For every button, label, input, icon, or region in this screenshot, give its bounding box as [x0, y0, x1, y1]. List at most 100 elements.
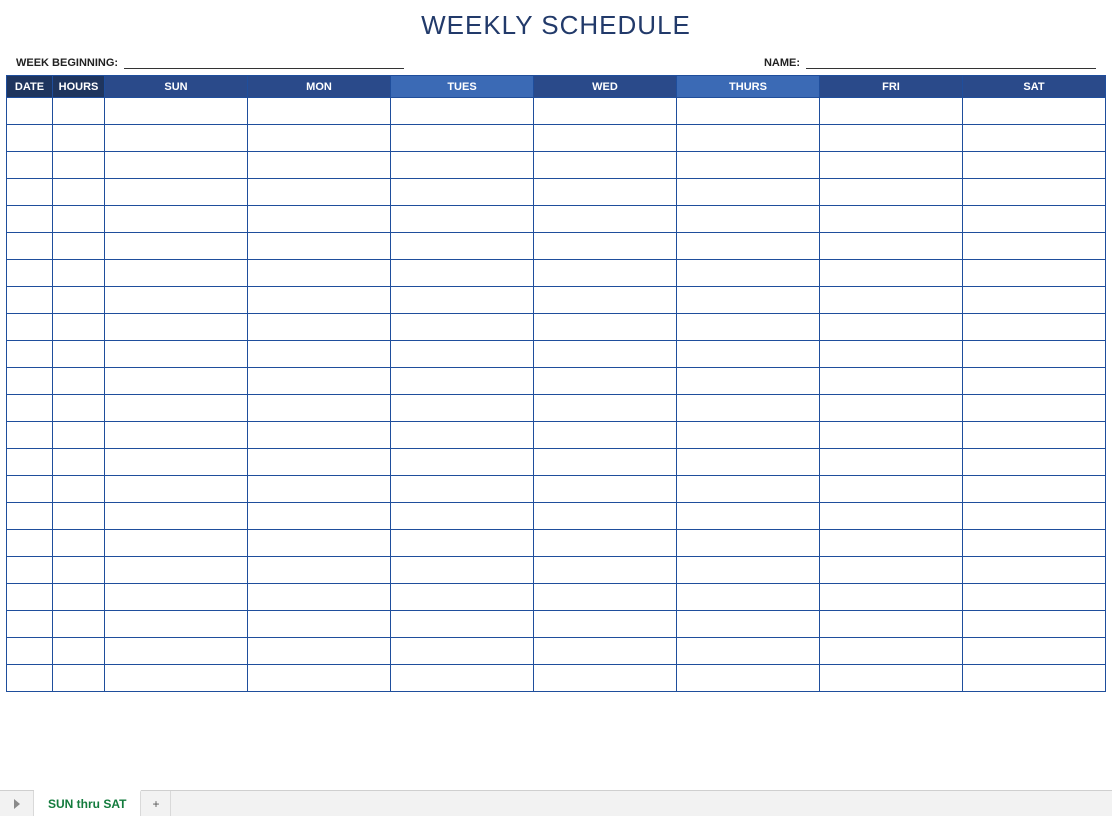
cell-hours[interactable] [53, 179, 105, 206]
cell-tues[interactable] [391, 503, 534, 530]
cell-wed[interactable] [534, 449, 677, 476]
cell-wed[interactable] [534, 530, 677, 557]
cell-date[interactable] [7, 395, 53, 422]
cell-hours[interactable] [53, 557, 105, 584]
cell-sat[interactable] [963, 503, 1106, 530]
cell-tues[interactable] [391, 314, 534, 341]
cell-thurs[interactable] [677, 260, 820, 287]
cell-date[interactable] [7, 368, 53, 395]
cell-sun[interactable] [105, 665, 248, 692]
cell-tues[interactable] [391, 260, 534, 287]
cell-sun[interactable] [105, 233, 248, 260]
cell-sun[interactable] [105, 476, 248, 503]
cell-sat[interactable] [963, 530, 1106, 557]
cell-sun[interactable] [105, 584, 248, 611]
cell-hours[interactable] [53, 287, 105, 314]
cell-date[interactable] [7, 179, 53, 206]
cell-wed[interactable] [534, 98, 677, 125]
cell-thurs[interactable] [677, 665, 820, 692]
cell-tues[interactable] [391, 368, 534, 395]
cell-fri[interactable] [820, 422, 963, 449]
cell-mon[interactable] [248, 125, 391, 152]
cell-sun[interactable] [105, 260, 248, 287]
cell-wed[interactable] [534, 557, 677, 584]
cell-tues[interactable] [391, 179, 534, 206]
tab-sun-thru-sat[interactable]: SUN thru SAT [34, 790, 141, 816]
cell-wed[interactable] [534, 665, 677, 692]
cell-date[interactable] [7, 152, 53, 179]
cell-thurs[interactable] [677, 584, 820, 611]
cell-sat[interactable] [963, 395, 1106, 422]
cell-thurs[interactable] [677, 206, 820, 233]
cell-sun[interactable] [105, 98, 248, 125]
cell-wed[interactable] [534, 584, 677, 611]
cell-date[interactable] [7, 341, 53, 368]
cell-wed[interactable] [534, 476, 677, 503]
cell-mon[interactable] [248, 314, 391, 341]
cell-fri[interactable] [820, 368, 963, 395]
name-input[interactable] [806, 55, 1096, 69]
cell-tues[interactable] [391, 638, 534, 665]
cell-sun[interactable] [105, 557, 248, 584]
cell-sun[interactable] [105, 530, 248, 557]
cell-fri[interactable] [820, 125, 963, 152]
cell-sat[interactable] [963, 368, 1106, 395]
cell-sun[interactable] [105, 341, 248, 368]
cell-thurs[interactable] [677, 611, 820, 638]
cell-fri[interactable] [820, 233, 963, 260]
cell-tues[interactable] [391, 206, 534, 233]
cell-fri[interactable] [820, 287, 963, 314]
cell-mon[interactable] [248, 341, 391, 368]
cell-wed[interactable] [534, 125, 677, 152]
cell-fri[interactable] [820, 179, 963, 206]
cell-mon[interactable] [248, 260, 391, 287]
cell-thurs[interactable] [677, 125, 820, 152]
cell-date[interactable] [7, 503, 53, 530]
cell-mon[interactable] [248, 665, 391, 692]
cell-hours[interactable] [53, 341, 105, 368]
cell-wed[interactable] [534, 422, 677, 449]
cell-date[interactable] [7, 125, 53, 152]
cell-sat[interactable] [963, 125, 1106, 152]
cell-sat[interactable] [963, 206, 1106, 233]
cell-fri[interactable] [820, 341, 963, 368]
cell-thurs[interactable] [677, 98, 820, 125]
cell-fri[interactable] [820, 260, 963, 287]
cell-tues[interactable] [391, 611, 534, 638]
cell-sat[interactable] [963, 476, 1106, 503]
cell-sat[interactable] [963, 665, 1106, 692]
cell-date[interactable] [7, 476, 53, 503]
cell-fri[interactable] [820, 557, 963, 584]
cell-fri[interactable] [820, 98, 963, 125]
cell-wed[interactable] [534, 638, 677, 665]
cell-mon[interactable] [248, 557, 391, 584]
cell-hours[interactable] [53, 611, 105, 638]
cell-wed[interactable] [534, 287, 677, 314]
cell-sat[interactable] [963, 638, 1106, 665]
cell-fri[interactable] [820, 611, 963, 638]
cell-hours[interactable] [53, 476, 105, 503]
cell-fri[interactable] [820, 395, 963, 422]
cell-hours[interactable] [53, 395, 105, 422]
cell-sat[interactable] [963, 98, 1106, 125]
cell-hours[interactable] [53, 422, 105, 449]
cell-hours[interactable] [53, 206, 105, 233]
add-sheet-button[interactable]: + [141, 791, 171, 816]
cell-tues[interactable] [391, 98, 534, 125]
cell-sat[interactable] [963, 260, 1106, 287]
cell-sun[interactable] [105, 125, 248, 152]
cell-fri[interactable] [820, 503, 963, 530]
cell-mon[interactable] [248, 368, 391, 395]
cell-wed[interactable] [534, 206, 677, 233]
cell-thurs[interactable] [677, 179, 820, 206]
cell-date[interactable] [7, 557, 53, 584]
cell-sun[interactable] [105, 314, 248, 341]
cell-thurs[interactable] [677, 287, 820, 314]
cell-wed[interactable] [534, 314, 677, 341]
cell-date[interactable] [7, 611, 53, 638]
cell-tues[interactable] [391, 530, 534, 557]
cell-sat[interactable] [963, 449, 1106, 476]
cell-thurs[interactable] [677, 341, 820, 368]
cell-thurs[interactable] [677, 395, 820, 422]
cell-sat[interactable] [963, 179, 1106, 206]
